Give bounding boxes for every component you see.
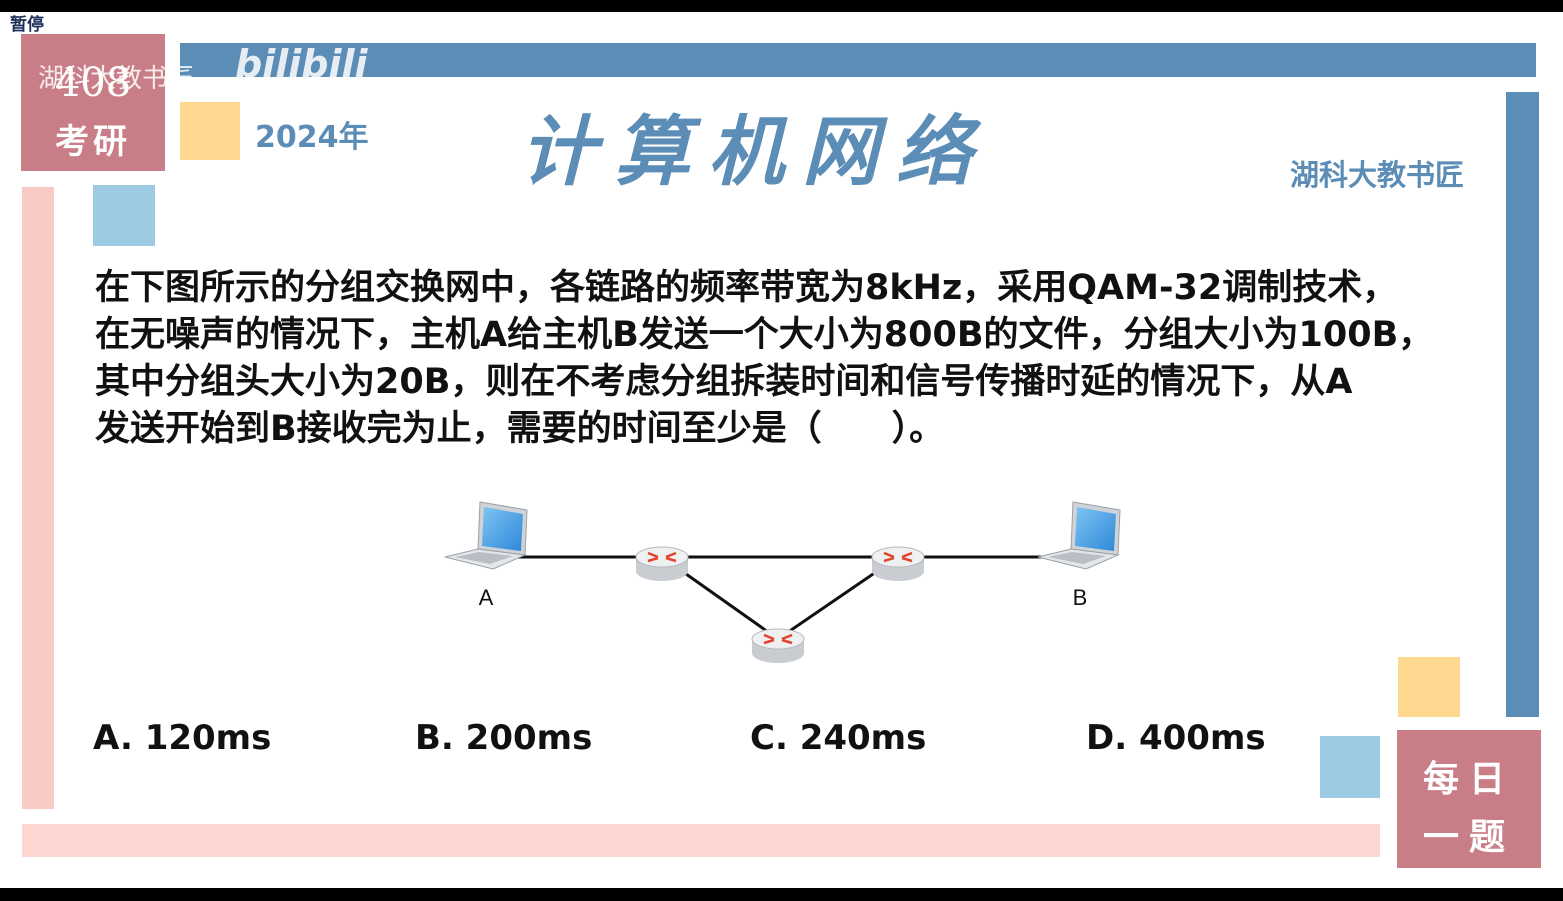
watermark-text: 湖科大教书匠	[38, 64, 195, 94]
top-decor-bar	[180, 43, 1536, 77]
exam-badge-text: 考研	[55, 122, 131, 162]
host-a-label: A	[479, 585, 494, 610]
question-line: 发送开始到B接收完为止，需要的时间至少是（ ）。	[95, 409, 945, 449]
router-1-icon	[635, 546, 689, 581]
author-label: 湖科大教书匠	[1290, 158, 1465, 192]
question-text: 在下图所示的分组交换网中，各链路的频率带宽为8kHz，采用QAM-32调制技术，…	[95, 265, 1495, 453]
laptop-a-icon	[444, 501, 528, 570]
daily-question-badge: 每日 一题	[1397, 730, 1541, 868]
option-d: D. 400ms	[1086, 718, 1266, 758]
year-label: 2024年	[255, 120, 369, 155]
yellow-square-decor	[180, 102, 240, 160]
host-b-label: B	[1073, 585, 1088, 610]
router-2-icon	[871, 546, 925, 581]
option-a: A. 120ms	[93, 718, 272, 758]
laptop-b-icon	[1037, 501, 1121, 570]
option-b: B. 200ms	[415, 718, 593, 758]
bilibili-logo: bilibili	[235, 42, 368, 86]
network-diagram: A B	[444, 501, 1121, 663]
page-title: 计算机网络	[520, 107, 990, 196]
yellow-square-decor	[1398, 657, 1460, 717]
router-3-icon	[751, 628, 805, 663]
daily-badge-line1: 每日	[1422, 759, 1515, 800]
blue-square-decor	[93, 185, 155, 246]
bottom-decor-bar	[22, 824, 1380, 857]
exam-badge: 408 考研	[21, 34, 165, 171]
pause-label[interactable]: 暂停	[10, 10, 44, 35]
slide: 408 考研 湖科大教书匠 bilibili 2024年 计算机网络 湖科大教书…	[0, 12, 1563, 888]
right-decor-bar	[1506, 92, 1539, 717]
daily-badge-line2: 一题	[1422, 817, 1515, 858]
option-c: C. 240ms	[750, 718, 927, 758]
blue-square-decor	[1320, 736, 1380, 798]
question-line: 其中分组头大小为20B，则在不考虑分组拆装时间和信号传播时延的情况下，从A	[95, 362, 1353, 402]
question-line: 在下图所示的分组交换网中，各链路的频率带宽为8kHz，采用QAM-32调制技术，	[95, 268, 1398, 308]
left-decor-bar	[22, 187, 54, 809]
question-line: 在无噪声的情况下，主机A给主机B发送一个大小为800B的文件，分组大小为100B…	[95, 315, 1434, 355]
